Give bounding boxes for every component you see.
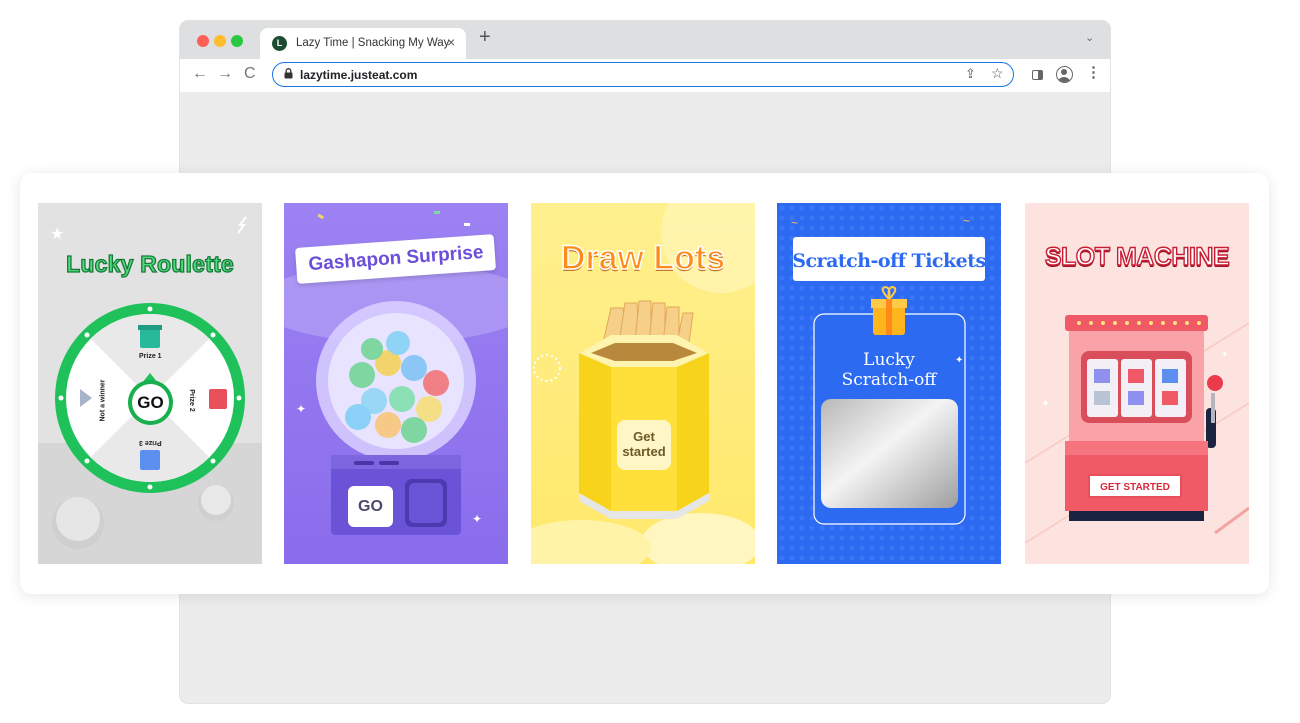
svg-text:★: ★ [50, 226, 64, 243]
segment-label-prize-3: Prize 3 [139, 439, 162, 446]
profile-icon[interactable] [1056, 66, 1073, 83]
back-icon[interactable]: ← [192, 65, 208, 83]
ticket-subtitle-line-2: Scratch-off [841, 370, 937, 390]
lock-icon [284, 68, 293, 79]
segment-label-prize-2: Prize 2 [187, 389, 195, 412]
tab-close-icon[interactable]: × [447, 34, 455, 50]
site-favicon-icon: L [272, 36, 287, 51]
svg-text:~: ~ [791, 216, 798, 230]
get-started-button[interactable]: GET STARTED [1088, 474, 1182, 498]
game-templates-panel: ★ Lucky Roulette Prize 1 Prize 2 Prize 3… [20, 173, 1269, 594]
segment-label-not-a-winner: Not a winner [99, 379, 107, 422]
kebab-menu-icon[interactable]: ⋮ [1086, 65, 1101, 80]
side-panel-icon[interactable] [1032, 70, 1043, 80]
svg-text:✦: ✦ [1041, 398, 1050, 410]
game-title: Scratch-off Tickets [792, 250, 986, 272]
svg-text:✦: ✦ [1221, 349, 1229, 359]
game-card-draw-lots[interactable]: Draw Lots Get started [531, 203, 755, 564]
game-card-scratch-off-tickets[interactable]: ✦ ~ ~ Scratch-off Tickets Lucky Scratch-… [777, 203, 1001, 564]
new-tab-icon[interactable]: + [479, 26, 491, 49]
game-title: Lucky Roulette [66, 250, 235, 277]
share-icon[interactable]: ⇪ [965, 66, 976, 82]
ticket-subtitle-line-1: Lucky [863, 350, 915, 370]
maximize-window-button[interactable] [231, 35, 243, 47]
game-card-gashapon-surprise[interactable]: ✦ ✦ Gashapon Surprise GO [284, 203, 508, 564]
svg-text:✦: ✦ [472, 512, 482, 526]
game-card-lucky-roulette[interactable]: ★ Lucky Roulette Prize 1 Prize 2 Prize 3… [38, 203, 262, 564]
segment-label-prize-1: Prize 1 [139, 353, 162, 360]
game-title: Draw Lots [560, 238, 726, 278]
browser-tab-active[interactable]: L Lazy Time | Snacking My Way × [260, 28, 466, 59]
get-started-button[interactable]: Get started [617, 420, 671, 470]
reload-icon[interactable]: C [244, 65, 256, 83]
forward-icon[interactable]: → [217, 65, 233, 83]
bookmark-star-icon[interactable]: ☆ [991, 65, 1004, 82]
game-card-slot-machine[interactable]: ✦ ✦ SLOT MACHINE GET STARTED [1025, 203, 1249, 564]
browser-toolbar: ← → C lazytime.justeat.com ⇪ ☆ ⋮ [180, 59, 1110, 92]
tab-strip: L Lazy Time | Snacking My Way × + ⌄ [180, 21, 1110, 59]
gashapon-go-button[interactable]: GO [348, 486, 393, 527]
tab-title: Lazy Time | Snacking My Way [296, 37, 450, 49]
minimize-window-button[interactable] [214, 35, 226, 47]
close-window-button[interactable] [197, 35, 209, 47]
address-bar[interactable]: lazytime.justeat.com ⇪ ☆ [272, 62, 1014, 87]
svg-text:✦: ✦ [296, 402, 306, 416]
url-text[interactable]: lazytime.justeat.com [300, 68, 417, 82]
tab-search-chevron-icon[interactable]: ⌄ [1085, 31, 1094, 44]
spin-go-button[interactable]: GO [132, 384, 169, 421]
game-title: SLOT MACHINE [1044, 242, 1230, 271]
svg-text:~: ~ [963, 214, 970, 228]
